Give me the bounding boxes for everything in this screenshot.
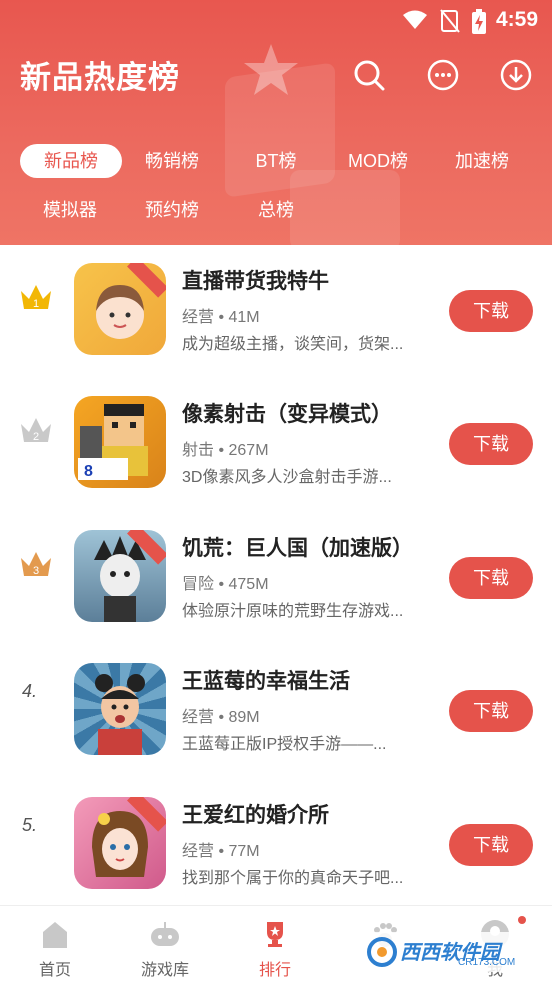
app-meta: 经营 • 89M bbox=[182, 709, 260, 726]
trophy-icon bbox=[267, 922, 283, 947]
message-icon[interactable] bbox=[426, 58, 460, 92]
download-button[interactable]: 下载 bbox=[449, 557, 533, 599]
app-meta: 经营 • 41M bbox=[182, 309, 260, 326]
watermark-sub: CR173.COM bbox=[458, 957, 516, 968]
list-item[interactable]: 3 饥荒：巨人国（加速版） 冒险 • 475M 体验原汁原味的荒野生存游戏...… bbox=[0, 512, 552, 646]
download-button[interactable]: 下载 bbox=[449, 290, 533, 332]
crown-gold-icon: 1 bbox=[21, 285, 51, 310]
tab-new[interactable]: 新品榜 bbox=[20, 144, 122, 178]
watermark: 西西软件园 CR173.COM bbox=[360, 932, 532, 972]
svg-text:2: 2 bbox=[33, 431, 39, 443]
nav-label: 排行 bbox=[258, 962, 291, 979]
header: 4:59 新品热度榜 新品榜 畅销榜 BT榜 MOD榜 加速榜 模拟器 预约榜 … bbox=[0, 0, 552, 245]
watermark-logo-icon bbox=[367, 937, 397, 967]
list-item[interactable]: 2 8 像素射击（变异模式） 射击 • 267M 3D像素风多人沙盒射击手游..… bbox=[0, 378, 552, 512]
page-title: 新品热度榜 bbox=[20, 60, 180, 95]
download-button[interactable]: 下载 bbox=[449, 824, 533, 866]
app-name: 直播带货我特牛 bbox=[182, 270, 329, 293]
app-icon[interactable] bbox=[74, 797, 166, 889]
download-button[interactable]: 下载 bbox=[449, 423, 533, 465]
download-button[interactable]: 下载 bbox=[449, 690, 533, 732]
battery-charging-icon bbox=[472, 9, 486, 34]
rank-number: 4. bbox=[22, 681, 38, 701]
app-icon[interactable] bbox=[74, 263, 166, 355]
nav-label: 游戏库 bbox=[140, 962, 189, 979]
nav-label: 首页 bbox=[38, 962, 71, 979]
app-name: 像素射击（变异模式） bbox=[182, 403, 392, 426]
app-name: 王爱红的婚介所 bbox=[182, 804, 329, 827]
app-desc: 找到那个属于你的真命天子吧... bbox=[182, 870, 404, 887]
nav-game-library[interactable]: 游戏库 bbox=[110, 906, 220, 982]
no-sim-icon bbox=[440, 9, 460, 33]
app-meta: 冒险 • 475M bbox=[182, 576, 269, 593]
download-manager-icon[interactable] bbox=[499, 58, 533, 92]
tabs-row-2: 模拟器 预约榜 总榜 bbox=[0, 193, 552, 233]
crown-bronze-icon: 3 bbox=[21, 552, 51, 577]
tab-emulator[interactable]: 模拟器 bbox=[28, 193, 112, 227]
home-icon bbox=[43, 922, 67, 948]
svg-text:1: 1 bbox=[33, 298, 39, 310]
list-item[interactable]: 5. 王爱红的婚介所 经营 • 77M 找到那个属于你的真命天子吧... 下载 bbox=[0, 779, 552, 905]
svg-text:3: 3 bbox=[33, 565, 39, 577]
app-meta: 射击 • 267M bbox=[182, 442, 269, 459]
app-meta: 经营 • 77M bbox=[182, 843, 260, 860]
tab-bestselling[interactable]: 畅销榜 bbox=[130, 144, 214, 178]
app-icon[interactable] bbox=[74, 663, 166, 755]
app-desc: 王蓝莓正版IP授权手游——... bbox=[182, 736, 387, 753]
ranking-list: 1 直播带货我特牛 经营 • 41M 成为超级主播，谈笑间，货架... 下载 2 bbox=[0, 245, 552, 905]
nav-ranking[interactable]: 排行 bbox=[220, 906, 330, 982]
app-icon[interactable] bbox=[74, 530, 166, 622]
wifi-icon bbox=[403, 10, 427, 29]
tab-overall[interactable]: 总榜 bbox=[236, 193, 316, 227]
tab-bt[interactable]: BT榜 bbox=[238, 144, 314, 178]
app-name: 王蓝莓的幸福生活 bbox=[182, 670, 350, 693]
list-item[interactable]: 4. 王蓝莓的幸福生活 经营 • 89M 王蓝莓正版IP授权手游——... 下载 bbox=[0, 645, 552, 779]
nav-home[interactable]: 首页 bbox=[0, 906, 110, 982]
gamepad-icon bbox=[151, 922, 179, 946]
tab-mod[interactable]: MOD榜 bbox=[336, 144, 420, 178]
app-name: 饥荒：巨人国（加速版） bbox=[182, 537, 413, 560]
tab-accelerate[interactable]: 加速榜 bbox=[440, 144, 524, 178]
app-icon[interactable]: 8 bbox=[74, 396, 166, 488]
list-item[interactable]: 1 直播带货我特牛 经营 • 41M 成为超级主播，谈笑间，货架... 下载 bbox=[0, 245, 552, 379]
status-bar: 4:59 bbox=[0, 0, 552, 40]
tab-reservation[interactable]: 预约榜 bbox=[130, 193, 214, 227]
rank-number: 5. bbox=[22, 815, 38, 835]
search-icon[interactable] bbox=[352, 58, 386, 92]
clock: 4:59 bbox=[495, 8, 538, 31]
star-decoration-icon bbox=[244, 44, 298, 95]
crown-silver-icon: 2 bbox=[21, 418, 51, 443]
app-desc: 成为超级主播，谈笑间，货架... bbox=[182, 336, 404, 353]
app-desc: 体验原汁原味的荒野生存游戏... bbox=[182, 603, 404, 620]
app-desc: 3D像素风多人沙盒射击手游... bbox=[182, 469, 392, 486]
svg-text:8: 8 bbox=[84, 463, 93, 480]
notification-dot bbox=[518, 916, 526, 924]
tabs-row-1: 新品榜 畅销榜 BT榜 MOD榜 加速榜 bbox=[0, 144, 552, 184]
